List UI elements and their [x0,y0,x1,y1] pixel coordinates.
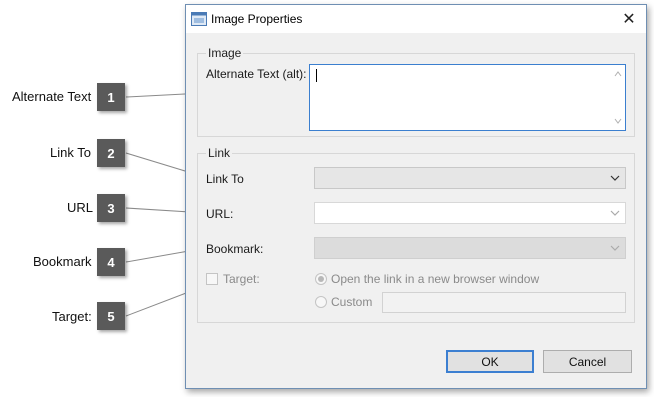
bookmark-select[interactable] [314,237,626,259]
radio-custom[interactable] [315,296,327,308]
alt-text-label: Alternate Text (alt): [206,67,307,81]
callout-label-url: URL [67,200,94,215]
callout-label-target: Target: [52,309,92,324]
image-group-legend: Image [206,46,244,60]
callout-label-alternate-text: Alternate Text [12,89,92,104]
callout-label-bookmark: Bookmark [33,254,92,269]
chevron-down-icon [610,210,620,216]
image-properties-dialog: Image Properties ✕ Image Alternate Text … [185,4,647,389]
scroll-down-icon[interactable] [614,118,622,124]
dialog-title: Image Properties [211,12,303,26]
callout-badge-5: 5 [97,302,125,330]
alt-text-input[interactable] [309,64,626,131]
target-checkbox[interactable] [206,273,218,285]
text-caret [316,69,317,82]
radio-custom-label: Custom [331,295,373,309]
bookmark-label: Bookmark: [206,242,264,256]
scroll-up-icon[interactable] [614,71,622,77]
dialog-titlebar: Image Properties ✕ [186,5,646,33]
alt-text-scrollbar[interactable] [611,65,625,130]
url-label: URL: [206,207,234,221]
callout-label-link-to: Link To [50,145,91,160]
link-to-label: Link To [206,172,244,186]
callout-badge-1: 1 [97,83,125,111]
chevron-down-icon [610,175,620,181]
callout-badge-2: 2 [97,139,125,167]
cancel-button[interactable]: Cancel [543,350,632,373]
target-label: Target: [223,272,260,286]
radio-new-window-label: Open the link in a new browser window [331,272,540,286]
chevron-down-icon [610,245,620,251]
ok-button[interactable]: OK [446,350,534,373]
link-to-select[interactable] [314,167,626,189]
close-button[interactable]: ✕ [618,9,640,29]
window-icon [191,12,207,26]
link-group-legend: Link [206,146,233,160]
callout-badge-3: 3 [97,194,125,222]
callout-badge-4: 4 [97,248,125,276]
url-select[interactable] [314,202,626,224]
radio-new-window[interactable] [315,273,327,285]
custom-target-input[interactable] [382,292,626,313]
close-icon: ✕ [622,11,636,28]
